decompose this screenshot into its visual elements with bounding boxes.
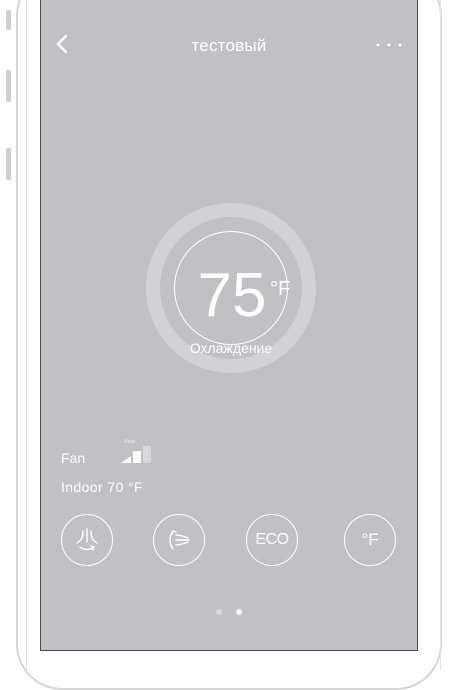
horizontal-swing-icon (169, 530, 190, 550)
fan-bar-1 (121, 456, 131, 463)
vertical-swing-icon (76, 528, 98, 551)
more-dots-icon[interactable] (373, 37, 407, 53)
page-indicator (41, 602, 417, 620)
unit-toggle-button[interactable]: °F (344, 514, 396, 566)
vertical-swing-button[interactable] (61, 514, 113, 566)
page-title: тестовый (191, 36, 267, 55)
page-dot-active[interactable] (236, 609, 243, 615)
phone-volume-down-button (6, 148, 11, 180)
temperature-unit: °F (270, 278, 291, 300)
mode-label: Охлаждение (189, 340, 273, 356)
fan-speed-icon (121, 446, 151, 463)
app-screen: тестовый 75 °F Охлаждение Fan Auto Indoo… (40, 0, 418, 651)
eco-button[interactable]: ECO (246, 514, 298, 566)
page-dot[interactable] (215, 609, 222, 615)
fan-label: Fan (61, 450, 86, 466)
fan-bar-3 (143, 446, 151, 463)
indoor-temperature: Indoor 70 °F (61, 479, 143, 495)
phone-volume-up-button (6, 70, 11, 102)
phone-side-button (6, 10, 11, 30)
top-bar: тестовый (41, 0, 417, 90)
eco-label: ECO (255, 531, 289, 548)
temperature-value: 75 (197, 261, 267, 330)
horizontal-swing-button[interactable] (153, 514, 205, 566)
fan-bar-2 (133, 451, 141, 463)
unit-toggle-label: °F (361, 530, 379, 549)
